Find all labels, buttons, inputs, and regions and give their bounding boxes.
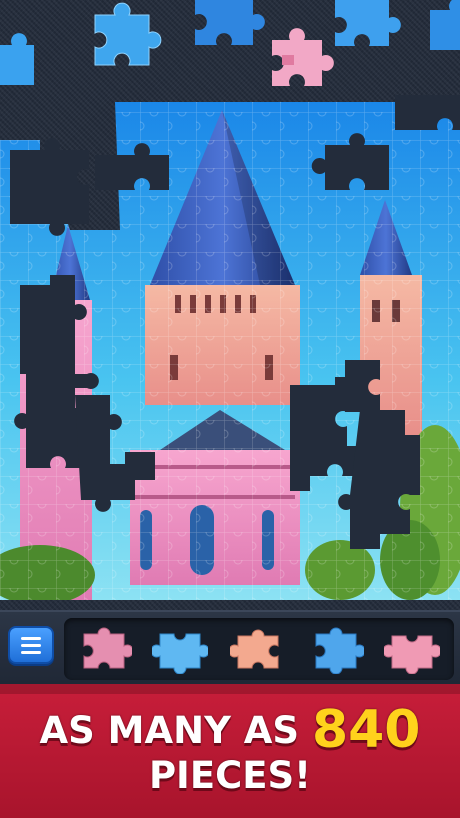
tray-piece-3-puzzle-piece-icon[interactable] [230,626,286,674]
loose-pieces[interactable] [0,0,460,86]
piece-tray [0,610,460,684]
promo-banner: AS MANY AS 840 PIECES! [0,684,460,818]
banner-prefix: AS MANY AS [39,709,300,752]
hamburger-menu-icon [21,636,41,640]
puzzle-svg [0,0,460,600]
puzzle-area[interactable] [0,0,460,610]
tray-piece-4-puzzle-piece-icon[interactable] [308,626,364,674]
menu-button[interactable] [8,626,54,664]
tray-piece-2-puzzle-piece-icon[interactable] [152,626,208,674]
piece-count: 840 [311,700,421,760]
tray-pieces-strip[interactable] [64,618,454,680]
tray-piece-5-puzzle-piece-icon[interactable] [384,626,440,674]
banner-headline: AS MANY AS 840 [0,700,460,760]
banner-subline: PIECES! [148,754,312,797]
tray-piece-1-puzzle-piece-icon[interactable] [76,626,132,674]
